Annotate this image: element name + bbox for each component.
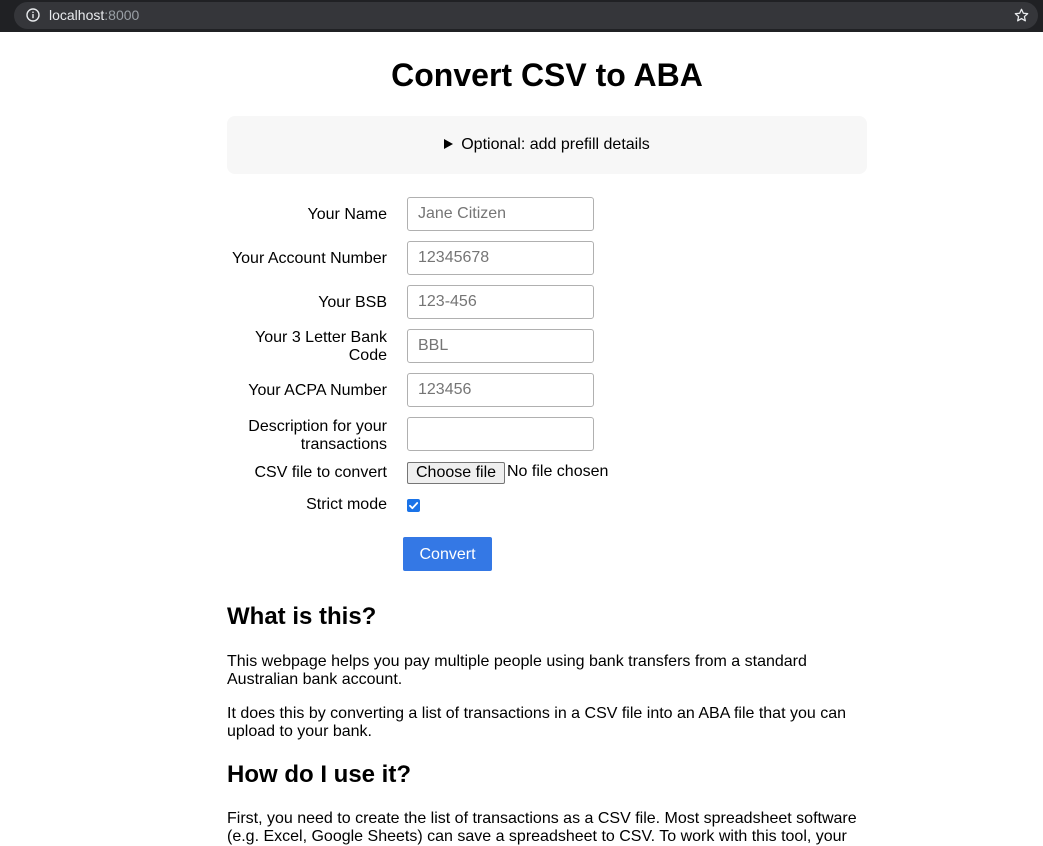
what-paragraph-2: It does this by converting a list of tra… <box>227 705 847 740</box>
how-paragraph-1: First, you need to create the list of tr… <box>227 810 857 845</box>
prefill-details-summary[interactable]: Optional: add prefill details <box>227 136 867 154</box>
convert-button[interactable]: Convert <box>403 537 492 571</box>
description-input[interactable] <box>407 417 594 451</box>
prefill-details[interactable]: Optional: add prefill details <box>227 116 867 174</box>
description-label: Description for your transactions <box>248 418 387 453</box>
bank-code-input[interactable] <box>407 329 594 363</box>
browser-toolbar: localhost:8000 <box>0 0 1043 32</box>
csv-file-label: CSV file to convert <box>254 464 388 481</box>
disclosure-triangle-icon <box>444 139 454 149</box>
acpa-number-label: Your ACPA Number <box>248 382 387 399</box>
name-input[interactable] <box>407 197 594 231</box>
bsb-input[interactable] <box>407 285 594 319</box>
how-to-use-heading: How do I use it? <box>227 761 411 788</box>
url-port: :8000 <box>104 7 140 23</box>
bank-code-label: Your 3 Letter Bank Code <box>255 329 387 364</box>
what-is-this-heading: What is this? <box>227 603 377 630</box>
info-icon[interactable] <box>26 8 40 22</box>
page-title: Convert CSV to ABA <box>391 57 703 93</box>
strict-mode-checkbox[interactable] <box>407 499 420 512</box>
name-label: Your Name <box>307 206 387 223</box>
address-bar[interactable]: localhost:8000 <box>14 2 1038 29</box>
prefill-details-label: Optional: add prefill details <box>461 136 650 153</box>
account-number-label: Your Account Number <box>231 250 387 267</box>
url-text[interactable]: localhost:8000 <box>49 7 139 23</box>
file-status-text: No file chosen <box>507 463 609 480</box>
acpa-number-input[interactable] <box>407 373 594 407</box>
url-host: localhost <box>49 7 105 23</box>
bsb-label: Your BSB <box>318 294 387 311</box>
checkmark-icon <box>409 502 419 510</box>
what-paragraph-1: This webpage helps you pay multiple peop… <box>227 653 807 688</box>
bookmark-star-icon[interactable] <box>1013 7 1030 24</box>
choose-file-button[interactable]: Choose file <box>407 462 506 484</box>
account-number-input[interactable] <box>407 241 594 275</box>
strict-mode-label: Strict mode <box>306 496 387 513</box>
